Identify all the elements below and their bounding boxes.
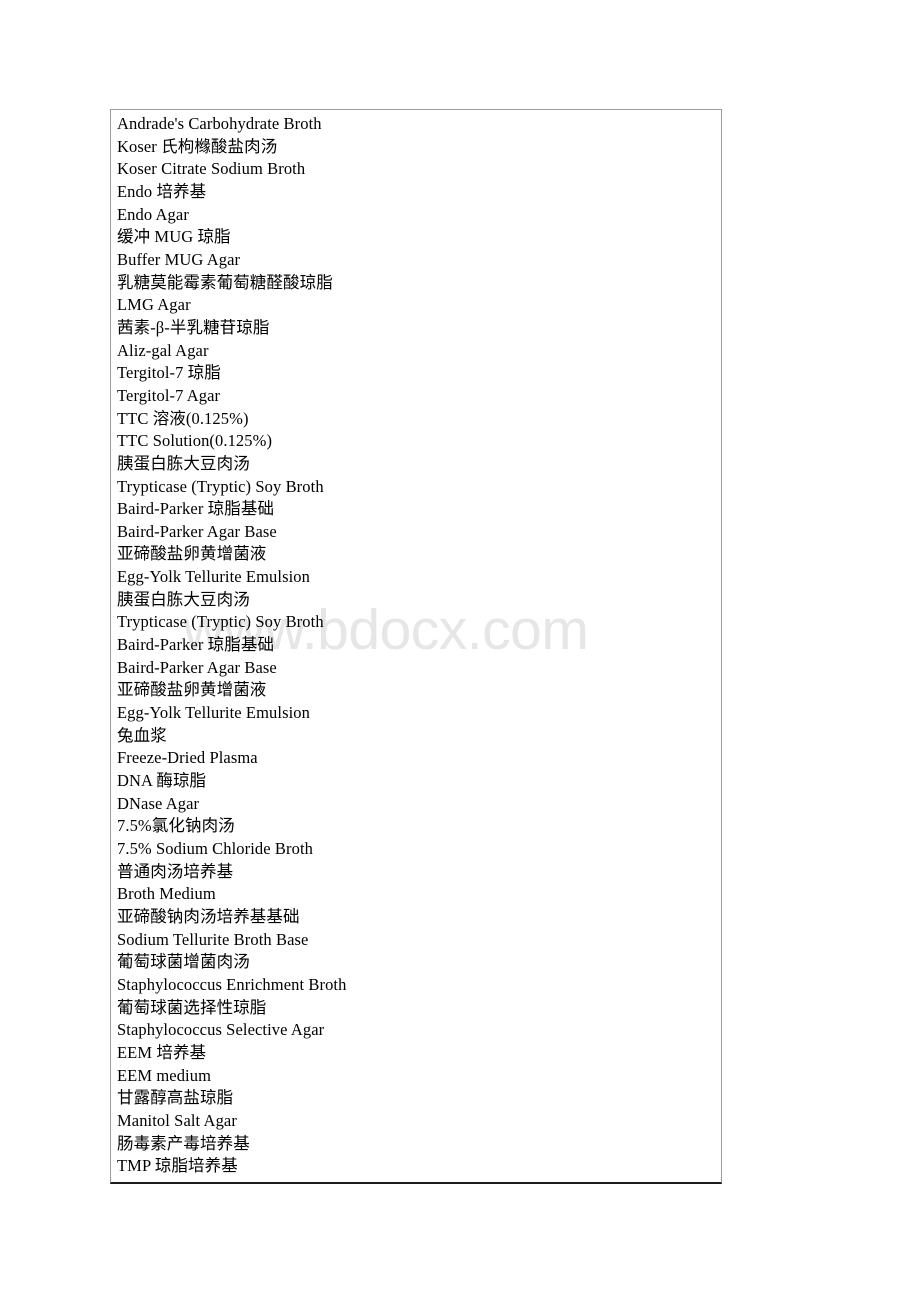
table-row: Tergitol-7 琼脂 (117, 363, 221, 383)
table-row: 亚碲酸盐卵黄增菌液 (117, 544, 267, 564)
table-row: Egg-Yolk Tellurite Emulsion (117, 567, 310, 587)
table-row: Manitol Salt Agar (117, 1110, 237, 1130)
table-row: Trypticase (Tryptic) Soy Broth (117, 476, 324, 496)
table-row: Egg-Yolk Tellurite Emulsion (117, 703, 310, 723)
table-row: 7.5% Sodium Chloride Broth (117, 839, 314, 858)
table-row: Staphylococcus Selective Agar (117, 1020, 325, 1040)
culture-media-table-cell: Andrade's Carbohydrate Broth Koser 氏枸橼酸盐肉… (111, 110, 721, 1182)
table-row: Koser 氏枸橼酸盐肉汤 (117, 136, 278, 156)
table-row: Baird-Parker 琼脂基础 (117, 635, 275, 655)
culture-media-table: Andrade's Carbohydrate Broth Koser 氏枸橼酸盐肉… (110, 109, 722, 1184)
table-row: 7.5%氯化钠肉汤 (117, 816, 235, 836)
table-row: TTC Solution(0.125%) (117, 431, 273, 451)
table-row: 兔血浆 (117, 725, 167, 745)
table-row: Staphylococcus Enrichment Broth (117, 974, 347, 994)
table-row: Baird-Parker 琼脂基础 (117, 499, 275, 519)
table-row: Broth Medium (117, 884, 216, 904)
table-row: TMP 琼脂培养基 (117, 1156, 238, 1176)
table-row: 乳糖莫能霉素葡萄糖醛酸琼脂 (117, 272, 333, 292)
table-row: LMG Agar (117, 295, 191, 315)
table-row: Endo Agar (117, 204, 189, 224)
table-row: DNA 酶琼脂 (117, 771, 207, 791)
table-row: Koser Citrate Sodium Broth (117, 159, 306, 179)
table-row: 亚碲酸盐卵黄增菌液 (117, 680, 267, 700)
table-row: 葡萄球菌增菌肉汤 (117, 952, 250, 972)
table-row: EEM 培养基 (117, 1042, 207, 1062)
document-page: www.bdocx.com Andrade's Carbohydrate Bro… (0, 0, 920, 1302)
culture-media-list: Andrade's Carbohydrate Broth Koser 氏枸橼酸盐肉… (117, 113, 721, 1178)
table-row: 胰蛋白胨大豆肉汤 (117, 453, 250, 473)
table-row: EEM medium (117, 1065, 212, 1085)
table-row: Tergitol-7 Agar (117, 385, 221, 405)
table-row: 茜素-β-半乳糖苷琼脂 (117, 317, 270, 337)
table-row: 亚碲酸钠肉汤培养基基础 (117, 906, 300, 926)
table-row: 肠毒素产毒培养基 (117, 1133, 250, 1153)
table-row: 葡萄球菌选择性琼脂 (117, 997, 267, 1017)
table-row: Sodium Tellurite Broth Base (117, 929, 309, 949)
table-row: Andrade's Carbohydrate Broth (117, 114, 322, 133)
table-row: DNase Agar (117, 793, 200, 813)
table-row: TTC 溶液(0.125%) (117, 408, 249, 428)
table-row: Aliz-gal Agar (117, 340, 209, 360)
table-row: Freeze-Dried Plasma (117, 748, 258, 768)
table-row: Buffer MUG Agar (117, 249, 241, 269)
table-row: 缓冲 MUG 琼脂 (117, 227, 231, 247)
table-row: 普通肉汤培养基 (117, 861, 234, 881)
table-row: Trypticase (Tryptic) Soy Broth (117, 612, 324, 632)
table-row: 甘露醇高盐琼脂 (117, 1088, 234, 1108)
table-row: 胰蛋白胨大豆肉汤 (117, 589, 250, 609)
table-row: Baird-Parker Agar Base (117, 521, 277, 541)
table-row: Baird-Parker Agar Base (117, 657, 277, 677)
table-row: Endo 培养基 (117, 181, 207, 201)
